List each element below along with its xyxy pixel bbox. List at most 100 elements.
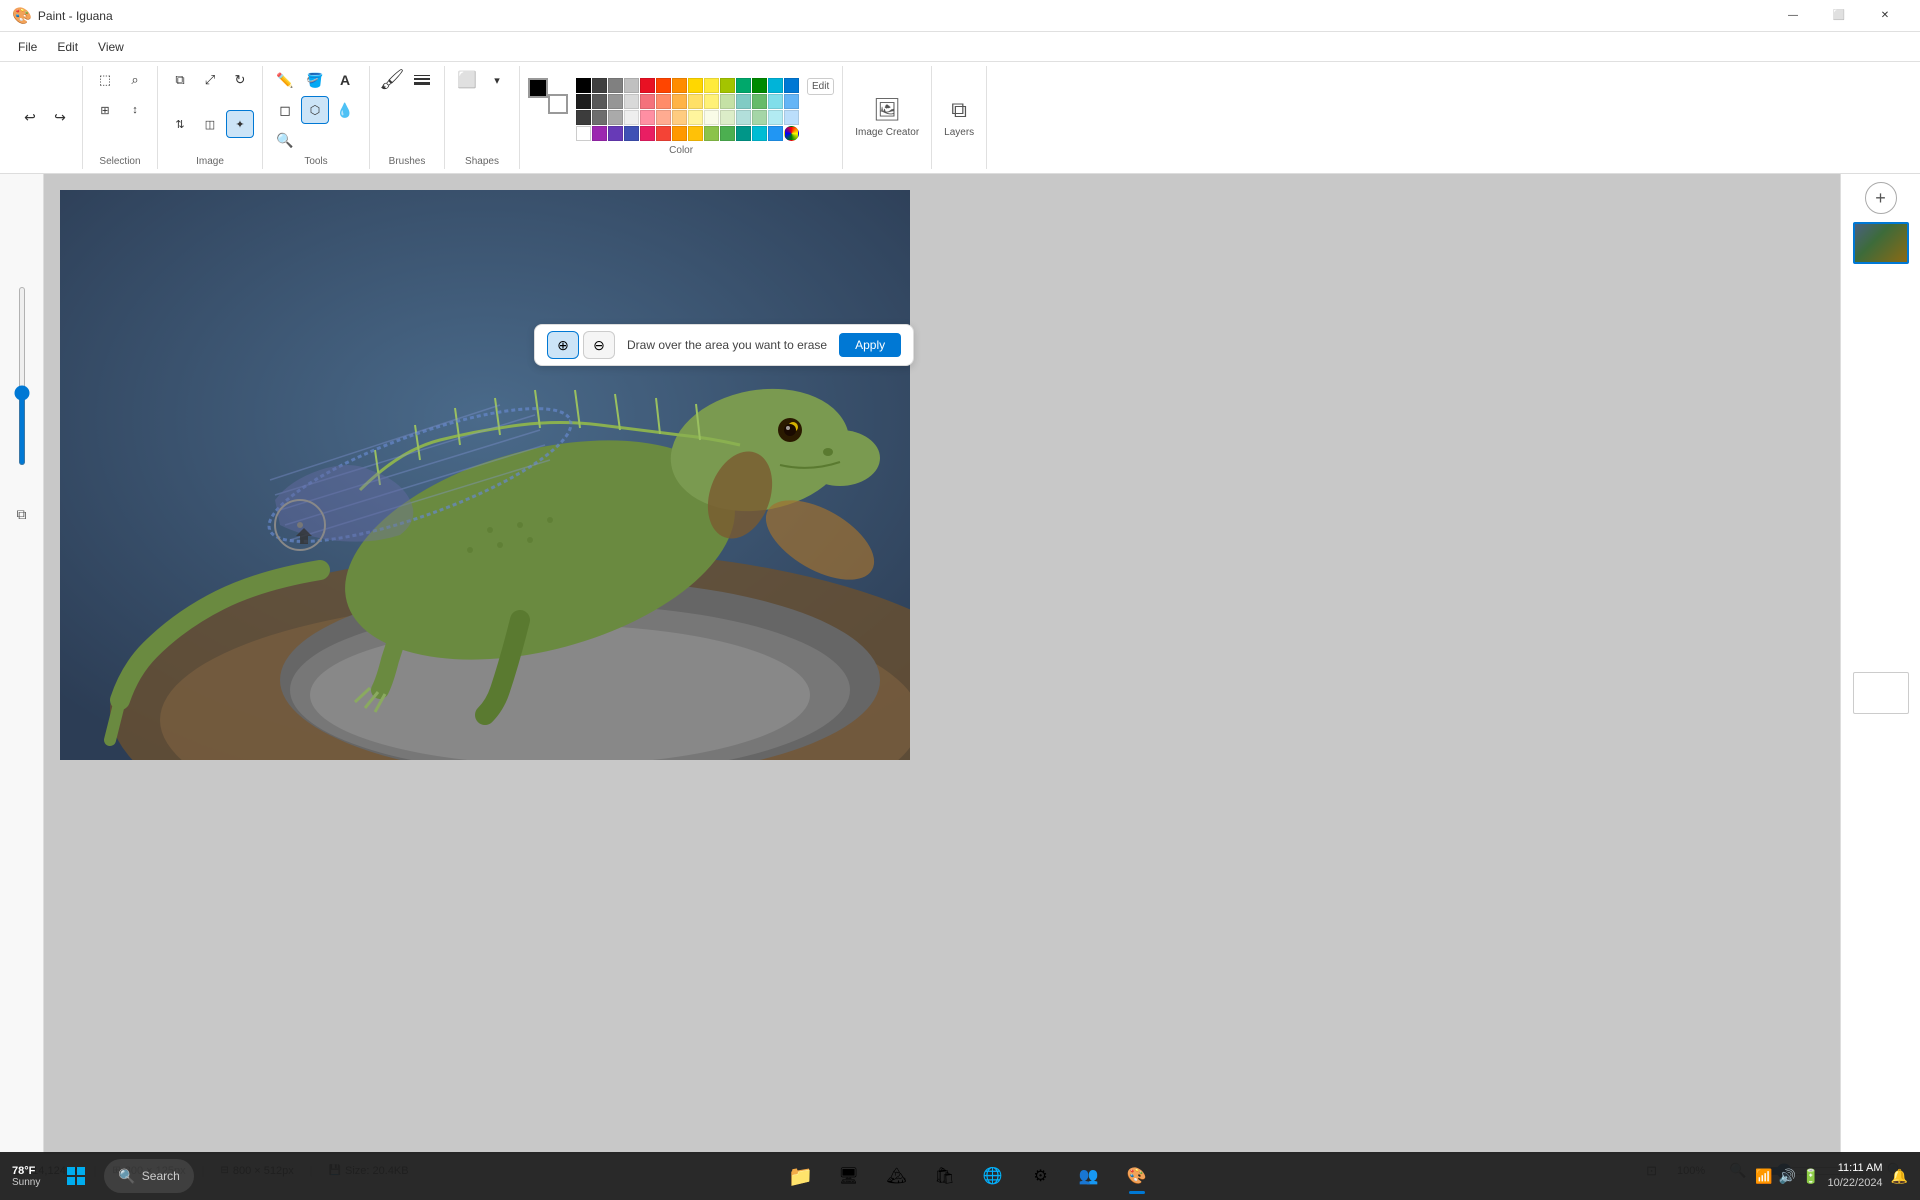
color-swatch[interactable] — [592, 110, 607, 125]
network-icon[interactable]: 📶 — [1755, 1168, 1772, 1185]
select-invert-button[interactable]: ↕ — [121, 96, 149, 124]
color-swatch[interactable] — [576, 126, 591, 141]
color-swatch[interactable] — [768, 126, 783, 141]
color-swatch[interactable] — [672, 94, 687, 109]
color-swatch[interactable] — [736, 94, 751, 109]
file-menu[interactable]: File — [8, 36, 47, 58]
color-swatch[interactable] — [608, 126, 623, 141]
color-swatch[interactable] — [576, 110, 591, 125]
color-swatch[interactable] — [672, 78, 687, 93]
magic-erase-button[interactable]: ✦ — [226, 110, 254, 138]
maximize-button[interactable]: ⬜ — [1816, 0, 1862, 32]
magic-select-button[interactable]: ⬡ — [301, 96, 329, 124]
undo-button[interactable]: ↩ — [16, 104, 44, 132]
view-menu[interactable]: View — [88, 36, 134, 58]
color-swatch-panel[interactable] — [1853, 672, 1909, 714]
add-layer-button[interactable]: + — [1865, 182, 1897, 214]
color-swatch[interactable] — [608, 94, 623, 109]
color-swatch[interactable] — [656, 126, 671, 141]
system-clock[interactable]: 11:11 AM 10/22/2024 — [1828, 1161, 1883, 1192]
crop-button[interactable]: ⧉ — [166, 66, 194, 94]
color-swatch[interactable] — [672, 110, 687, 125]
color-swatch[interactable] — [656, 94, 671, 109]
taskbar-app-store[interactable]: 🛍 — [925, 1156, 965, 1196]
color-swatch[interactable] — [704, 94, 719, 109]
color-swatch[interactable] — [784, 126, 799, 141]
select-all-button[interactable]: ⊞ — [91, 96, 119, 124]
sound-icon[interactable]: 🔊 — [1779, 1168, 1796, 1185]
image-creator-group[interactable]: 🖼 Image Creator — [843, 66, 932, 169]
color-swatch[interactable] — [720, 126, 735, 141]
color-swatch[interactable] — [624, 78, 639, 93]
taskbar-app-teams[interactable]: 👥 — [1069, 1156, 1109, 1196]
redo-button[interactable]: ↪ — [46, 104, 74, 132]
color-swatch[interactable] — [640, 94, 655, 109]
color-swatch[interactable] — [784, 78, 799, 93]
select-rect-button[interactable]: ⬚ — [91, 66, 119, 94]
canvas-image[interactable] — [60, 190, 910, 760]
taskbar-app-edge[interactable]: 🌐 — [973, 1156, 1013, 1196]
color-swatch[interactable] — [752, 126, 767, 141]
edit-menu[interactable]: Edit — [47, 36, 88, 58]
canvas-area[interactable]: ⊕ ⊖ Draw over the area you want to erase… — [44, 174, 1840, 1154]
color-swatch[interactable] — [768, 78, 783, 93]
taskbar-app-explorer[interactable]: 📁 — [781, 1156, 821, 1196]
select-free-button[interactable]: ⌕ — [121, 66, 149, 94]
notification-button[interactable]: 🔔 — [1891, 1168, 1908, 1185]
color-swatch[interactable] — [704, 110, 719, 125]
color-swatch[interactable] — [720, 94, 735, 109]
rotate-button[interactable]: ↻ — [226, 66, 254, 94]
color-swatch[interactable] — [592, 94, 607, 109]
color-swatch[interactable] — [624, 110, 639, 125]
resize-button[interactable]: ⤢ — [196, 66, 224, 94]
color-swatch[interactable] — [704, 126, 719, 141]
pencil-button[interactable]: ✏️ — [271, 66, 299, 94]
battery-icon[interactable]: 🔋 — [1802, 1168, 1819, 1185]
color-swatch[interactable] — [688, 78, 703, 93]
taskbar-app-photos[interactable]: 🏔 — [877, 1156, 917, 1196]
taskbar-search[interactable]: 🔍 Search — [104, 1159, 193, 1193]
color-swatch[interactable] — [784, 94, 799, 109]
color-picker-button[interactable]: 💧 — [331, 96, 359, 124]
eraser-tool-button[interactable]: ◻ — [271, 96, 299, 124]
apply-button[interactable]: Apply — [839, 333, 901, 357]
shape-select-button[interactable]: ⬜ — [453, 66, 481, 94]
brush-select-button[interactable]: 🖌 — [378, 66, 406, 94]
layer-thumbnail[interactable] — [1853, 222, 1909, 264]
size-slider[interactable] — [19, 286, 25, 466]
color-swatch[interactable] — [768, 110, 783, 125]
zoom-tool-button[interactable]: 🔍 — [271, 126, 299, 154]
fill-button[interactable]: 🪣 — [301, 66, 329, 94]
layer-icon-button[interactable]: ⧉ — [6, 498, 38, 530]
color-swatch[interactable] — [688, 110, 703, 125]
secondary-color[interactable] — [548, 94, 568, 114]
minimize-button[interactable]: — — [1770, 0, 1816, 32]
close-button[interactable]: ✕ — [1862, 0, 1908, 32]
brush-size-button[interactable] — [408, 66, 436, 94]
edit-colors-button[interactable]: Edit — [807, 78, 834, 95]
taskbar-app-terminal[interactable]: 🖥 — [829, 1156, 869, 1196]
erase-bg-button[interactable]: ◫ — [196, 110, 224, 138]
color-swatch[interactable] — [576, 78, 591, 93]
color-swatch[interactable] — [704, 78, 719, 93]
primary-color[interactable] — [528, 78, 548, 98]
taskbar-app-settings[interactable]: ⚙ — [1021, 1156, 1061, 1196]
color-swatch[interactable] — [592, 126, 607, 141]
color-swatch[interactable] — [752, 94, 767, 109]
color-swatch[interactable] — [624, 94, 639, 109]
restore-mode-button[interactable]: ⊖ — [583, 331, 615, 359]
color-swatch[interactable] — [752, 110, 767, 125]
color-swatch[interactable] — [576, 94, 591, 109]
color-swatch[interactable] — [672, 126, 687, 141]
color-swatch[interactable] — [608, 110, 623, 125]
text-button[interactable]: A — [331, 66, 359, 94]
color-swatch[interactable] — [608, 78, 623, 93]
color-swatch[interactable] — [656, 110, 671, 125]
color-swatch[interactable] — [720, 110, 735, 125]
color-swatch[interactable] — [720, 78, 735, 93]
start-button[interactable] — [52, 1152, 100, 1200]
color-swatch[interactable] — [688, 126, 703, 141]
color-swatch[interactable] — [640, 78, 655, 93]
color-swatch[interactable] — [752, 78, 767, 93]
flip-button[interactable]: ⇅ — [166, 110, 194, 138]
